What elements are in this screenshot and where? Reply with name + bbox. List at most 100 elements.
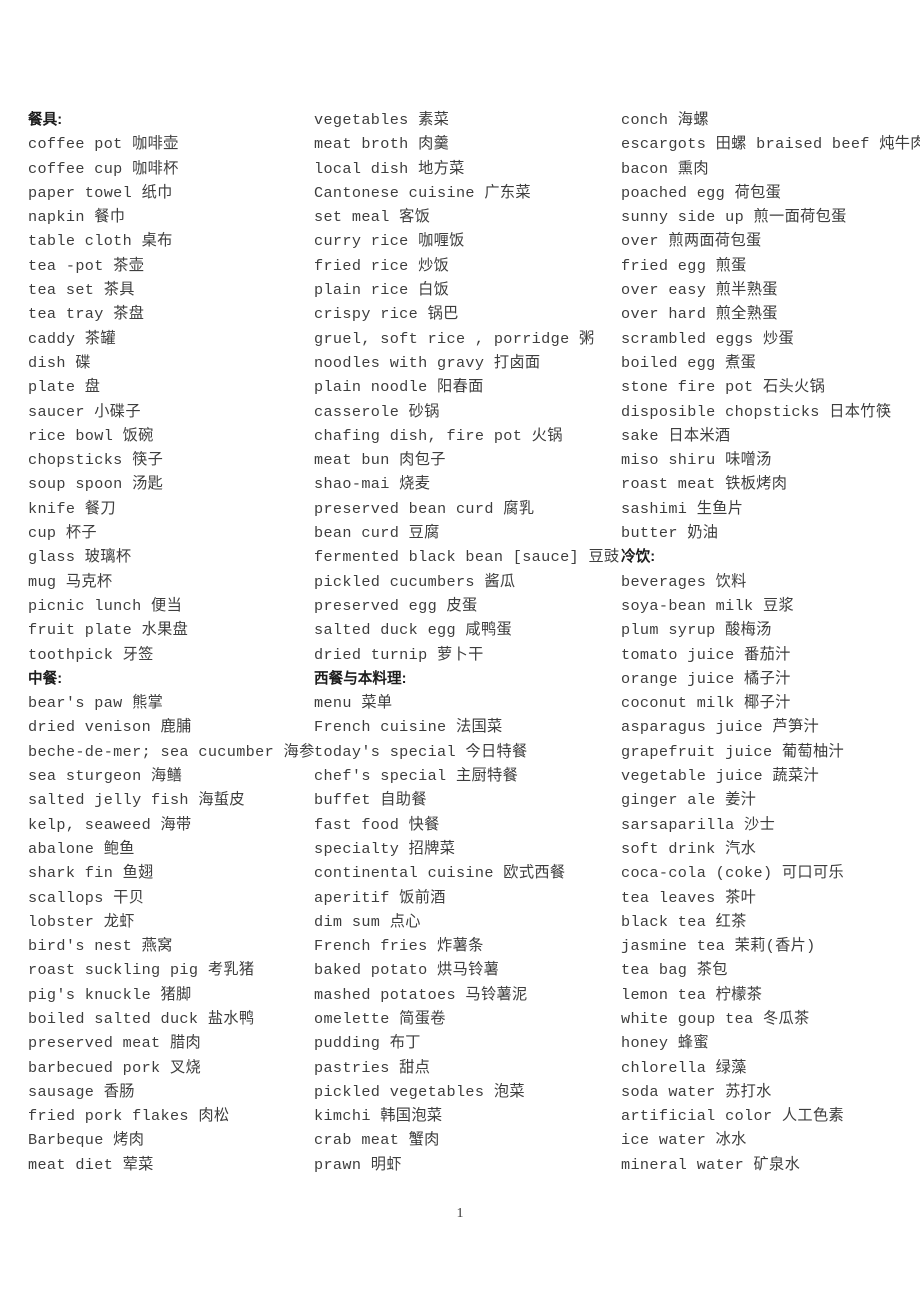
vocabulary-entry: mashed potatoes 马铃薯泥 <box>314 985 528 1004</box>
vocabulary-entry: shao-mai 烧麦 <box>314 475 431 494</box>
vocabulary-entry: chef's special 主厨特餐 <box>314 767 519 786</box>
vocabulary-entry: fried pork flakes 肉松 <box>28 1107 230 1126</box>
vocabulary-entry: soup spoon 汤匙 <box>28 475 164 494</box>
vocabulary-entry: orange juice 橘子汁 <box>621 669 791 688</box>
vocabulary-entry: salted jelly fish 海蜇皮 <box>28 791 245 810</box>
vocabulary-entry: sarsaparilla 沙士 <box>621 815 776 834</box>
vocabulary-entry: artificial color 人工色素 <box>621 1107 845 1126</box>
vocabulary-entry: casserole 砂锅 <box>314 402 440 421</box>
vocabulary-entry: sausage 香肠 <box>28 1082 135 1101</box>
vocabulary-entry: pig's knuckle 猪脚 <box>28 985 192 1004</box>
vocabulary-entry: French cuisine 法国菜 <box>314 718 503 737</box>
vocabulary-entry: fried rice 炒饭 <box>314 256 450 275</box>
vocabulary-entry: gruel, soft rice , porridge 粥 <box>314 329 595 348</box>
vocabulary-entry: tea -pot 茶壶 <box>28 256 145 275</box>
vocabulary-entry: ginger ale 姜汁 <box>621 791 757 810</box>
vocabulary-entry: caddy 茶罐 <box>28 329 116 348</box>
vocabulary-entry: coffee cup 咖啡杯 <box>28 159 179 178</box>
vocabulary-entry: mug 马克杯 <box>28 572 113 591</box>
vocabulary-entry: tea bag 茶包 <box>621 961 728 980</box>
section-heading: 西餐与本料理: <box>314 670 407 687</box>
vocabulary-entry: black tea 红茶 <box>621 912 747 931</box>
vocabulary-column-3: conch 海螺 escargots 田螺 braised beef 炖牛肉 bac… <box>614 108 920 1177</box>
vocabulary-entry: shark fin 鱼翅 <box>28 864 154 883</box>
vocabulary-entry: sashimi 生鱼片 <box>621 499 744 518</box>
vocabulary-entry: fruit plate 水果盘 <box>28 621 189 640</box>
vocabulary-entry: jasmine tea 茉莉(香片) <box>621 937 816 956</box>
vocabulary-entry: conch 海螺 <box>621 111 709 129</box>
vocabulary-entry: sake 日本米酒 <box>621 426 731 445</box>
vocabulary-entry: coconut milk 椰子汁 <box>621 694 791 713</box>
vocabulary-entry: continental cuisine 欧式西餐 <box>314 864 566 883</box>
vocabulary-entry: kimchi 韩国泡菜 <box>314 1107 443 1126</box>
vocabulary-entry: roast meat 铁板烤肉 <box>621 475 788 494</box>
vocabulary-entry: pastries 甜点 <box>314 1058 431 1077</box>
vocabulary-entry: asparagus juice 芦笋汁 <box>621 718 820 737</box>
vocabulary-entry: glass 玻璃杯 <box>28 548 132 567</box>
vocabulary-entry: plate 盘 <box>28 378 101 397</box>
vocabulary-entry: tea set 茶具 <box>28 281 135 300</box>
vocabulary-entry: tomato juice 番茄汁 <box>621 645 791 664</box>
vocabulary-entry: menu 菜单 <box>314 694 393 713</box>
vocabulary-entry: vegetable juice 蔬菜汁 <box>621 767 820 786</box>
vocabulary-entry: stone fire pot 石头火锅 <box>621 378 826 397</box>
section-heading: 冷饮: <box>621 549 656 566</box>
vocabulary-entry: saucer 小碟子 <box>28 402 141 421</box>
vocabulary-entry: poached egg 荷包蛋 <box>621 183 782 202</box>
vocabulary-entry: escargots 田螺 braised beef 炖牛肉 <box>621 135 920 154</box>
vocabulary-entry: French fries 炸薯条 <box>314 937 484 956</box>
vocabulary-entry: picnic lunch 便当 <box>28 596 183 615</box>
vocabulary-entry: toothpick 牙签 <box>28 645 154 664</box>
vocabulary-entry: coca-cola (coke) 可口可乐 <box>621 864 845 883</box>
vocabulary-entry: dim sum 点心 <box>314 912 421 931</box>
vocabulary-entry: dried turnip 萝卜干 <box>314 645 484 664</box>
vocabulary-entry: soft drink 汽水 <box>621 839 757 858</box>
vocabulary-entry: meat bun 肉包子 <box>314 451 446 470</box>
vocabulary-entry: salted duck egg 咸鸭蛋 <box>314 621 513 640</box>
vocabulary-entry: pickled vegetables 泡菜 <box>314 1082 525 1101</box>
vocabulary-entry: mineral water 矿泉水 <box>621 1155 801 1174</box>
vocabulary-entry: disposible chopsticks 日本竹筷 <box>621 402 892 421</box>
vocabulary-entry: bird's nest 燕窝 <box>28 937 173 956</box>
vocabulary-entry: noodles with gravy 打卤面 <box>314 353 541 372</box>
vocabulary-entry: local dish 地方菜 <box>314 159 465 178</box>
vocabulary-entry: ice water 冰水 <box>621 1131 747 1150</box>
vocabulary-entry: plain rice 白饭 <box>314 281 450 300</box>
section-heading: 中餐: <box>28 670 63 687</box>
vocabulary-entry: aperitif 饭前酒 <box>314 888 446 907</box>
vocabulary-entry: fried egg 煎蛋 <box>621 256 747 275</box>
vocabulary-entry: bear's paw 熊掌 <box>28 694 164 713</box>
vocabulary-column-2: vegetables 素菜 meat broth 肉羹 local dish 地方菜… <box>307 108 620 1177</box>
vocabulary-entry: chlorella 绿藻 <box>621 1058 747 1077</box>
vocabulary-entry: paper towel 纸巾 <box>28 183 173 202</box>
vocabulary-entry: rice bowl 饭碗 <box>28 426 154 445</box>
vocabulary-entry: preserved bean curd 腐乳 <box>314 499 535 518</box>
vocabulary-entry: bacon 熏肉 <box>621 159 709 178</box>
vocabulary-entry: Barbeque 烤肉 <box>28 1131 145 1150</box>
vocabulary-entry: fermented black bean [sauce] 豆豉 <box>314 548 620 567</box>
vocabulary-entry: coffee pot 咖啡壶 <box>28 135 179 154</box>
vocabulary-entry: prawn 明虾 <box>314 1155 402 1174</box>
vocabulary-entry: baked potato 烘马铃薯 <box>314 961 500 980</box>
vocabulary-columns: 餐具: coffee pot 咖啡壶 coffee cup 咖啡杯 paper tow… <box>0 108 920 1177</box>
page-number: 1 <box>456 1206 464 1221</box>
vocabulary-entry: beverages 饮料 <box>621 572 747 591</box>
vocabulary-entry: tea tray 茶盘 <box>28 305 145 324</box>
vocabulary-entry: soya-bean milk 豆浆 <box>621 596 795 615</box>
vocabulary-entry: bean curd 豆腐 <box>314 524 440 543</box>
vocabulary-entry: meat diet 荤菜 <box>28 1155 154 1174</box>
vocabulary-entry: preserved meat 腊肉 <box>28 1034 202 1053</box>
vocabulary-entry: barbecued pork 叉烧 <box>28 1058 202 1077</box>
vocabulary-entry: over 煎两面荷包蛋 <box>621 232 762 251</box>
vocabulary-entry: over easy 煎半熟蛋 <box>621 281 778 300</box>
vocabulary-entry: crab meat 蟹肉 <box>314 1131 440 1150</box>
vocabulary-entry: grapefruit juice 葡萄柚汁 <box>621 742 845 761</box>
vocabulary-entry: curry rice 咖喱饭 <box>314 232 465 251</box>
vocabulary-entry: white goup tea 冬瓜茶 <box>621 1009 810 1028</box>
vocabulary-entry: chafing dish, fire pot 火锅 <box>314 426 563 445</box>
vocabulary-entry: fast food 快餐 <box>314 815 440 834</box>
vocabulary-entry: honey 蜂蜜 <box>621 1034 709 1053</box>
vocabulary-entry: lemon tea 柠檬茶 <box>621 985 763 1004</box>
vocabulary-entry: plum syrup 酸梅汤 <box>621 621 772 640</box>
vocabulary-entry: Cantonese cuisine 广东菜 <box>314 183 531 202</box>
